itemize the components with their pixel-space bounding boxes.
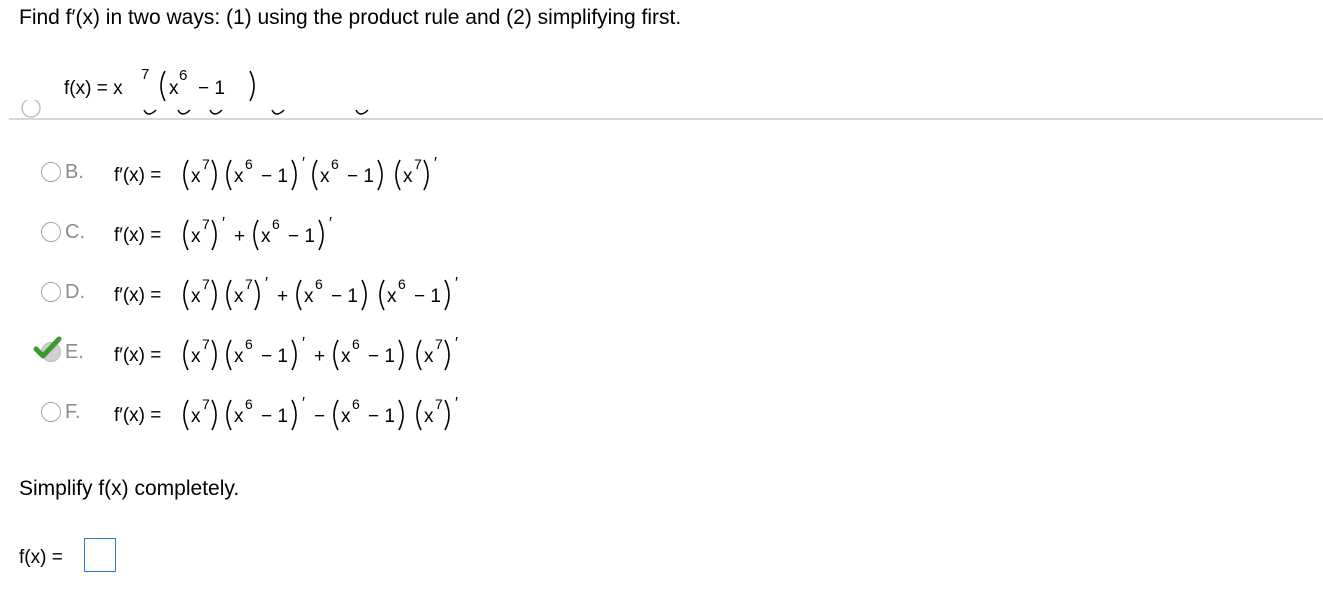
given-tail: − 1 xyxy=(198,78,225,99)
svg-text:′: ′ xyxy=(302,395,305,412)
svg-text:6: 6 xyxy=(352,396,360,412)
svg-text:x: x xyxy=(191,166,201,187)
svg-text:7: 7 xyxy=(202,216,210,232)
svg-text:+: + xyxy=(314,346,325,367)
svg-text:6: 6 xyxy=(331,156,339,172)
option-d-letter: D. xyxy=(65,281,85,303)
svg-text:′: ′ xyxy=(265,275,268,292)
svg-text:x: x xyxy=(191,346,201,367)
svg-text:′: ′ xyxy=(455,335,458,352)
option-c-expression: f′(x) = x7 ′ + x6 − 1 ′ xyxy=(114,215,332,251)
svg-text:′: ′ xyxy=(455,275,458,292)
svg-text:x: x xyxy=(387,286,397,307)
answer-input[interactable] xyxy=(84,538,116,572)
svg-text:6: 6 xyxy=(245,336,253,352)
svg-text:x: x xyxy=(341,346,351,367)
option-f-letter: F. xyxy=(65,401,81,423)
svg-text:+: + xyxy=(234,226,245,247)
answer-label: f(x) = xyxy=(19,537,85,578)
svg-text:− 1: − 1 xyxy=(414,286,441,307)
svg-text:7: 7 xyxy=(202,276,210,292)
option-e-expression: f′(x) = x7 x6 − 1 ′ + x6 − 1 x7 ′ xyxy=(114,335,458,371)
svg-text:− 1: − 1 xyxy=(368,406,395,427)
given-exp1: 7 xyxy=(141,66,149,83)
svg-text:x: x xyxy=(191,286,201,307)
svg-text:7: 7 xyxy=(202,396,210,412)
svg-text:7: 7 xyxy=(202,156,210,172)
svg-text:7: 7 xyxy=(435,336,443,352)
svg-text:′: ′ xyxy=(329,215,332,232)
svg-text:f′(x) =: f′(x) = xyxy=(114,405,161,426)
svg-text:−: − xyxy=(314,406,325,427)
svg-text:′: ′ xyxy=(434,155,437,172)
option-f-expression: f′(x) = x7 x6 − 1 ′ − x6 − 1 x7 ′ xyxy=(114,395,458,431)
svg-text:− 1: − 1 xyxy=(261,346,288,367)
svg-text:x: x xyxy=(234,286,244,307)
answer-label-text: f(x) = xyxy=(19,547,63,568)
option-c-letter: C. xyxy=(65,221,85,243)
option-d-expression: f′(x) = x7 x7 ′ + x6 − 1 x6 − 1 ′ xyxy=(114,275,458,311)
option-b-radio[interactable] xyxy=(41,162,61,182)
svg-text:x: x xyxy=(261,226,271,247)
svg-text:7: 7 xyxy=(435,396,443,412)
svg-text:x: x xyxy=(320,166,330,187)
svg-text:6: 6 xyxy=(352,336,360,352)
svg-text:6: 6 xyxy=(315,276,323,292)
given-base2: x xyxy=(169,78,179,99)
svg-text:6: 6 xyxy=(245,396,253,412)
svg-text:f′(x) =: f′(x) = xyxy=(114,165,161,186)
svg-text:′: ′ xyxy=(302,155,305,172)
svg-text:− 1: − 1 xyxy=(347,166,374,187)
svg-text:− 1: − 1 xyxy=(261,406,288,427)
simplify-instruction: Simplify f(x) completely. xyxy=(19,477,240,500)
checkmark-icon xyxy=(33,336,62,359)
option-d-radio[interactable] xyxy=(41,282,61,302)
svg-text:− 1: − 1 xyxy=(331,286,358,307)
svg-text:x: x xyxy=(424,346,434,367)
given-lhs: f(x) = x xyxy=(64,78,123,99)
svg-text:6: 6 xyxy=(398,276,406,292)
option-f-radio[interactable] xyxy=(41,402,61,422)
option-e-letter: E. xyxy=(65,341,84,363)
svg-text:− 1: − 1 xyxy=(288,226,315,247)
svg-text:′: ′ xyxy=(222,215,225,232)
svg-text:7: 7 xyxy=(202,336,210,352)
svg-text:x: x xyxy=(403,166,413,187)
svg-text:x: x xyxy=(234,406,244,427)
svg-text:x: x xyxy=(234,346,244,367)
option-a-clipped xyxy=(20,100,370,118)
svg-text:7: 7 xyxy=(414,156,422,172)
svg-text:x: x xyxy=(341,406,351,427)
svg-text:x: x xyxy=(234,166,244,187)
svg-text:′: ′ xyxy=(455,395,458,412)
question-prompt: Find f′(x) in two ways: (1) using the pr… xyxy=(19,6,682,29)
option-b-expression: f′(x) = x7 x6 − 1 ′ x6 − 1 x7 ′ xyxy=(114,155,437,191)
svg-text:x: x xyxy=(191,406,201,427)
svg-text:f′(x) =: f′(x) = xyxy=(114,345,161,366)
svg-text:x: x xyxy=(191,226,201,247)
svg-text:′: ′ xyxy=(302,335,305,352)
given-exp2: 6 xyxy=(179,67,187,84)
svg-text:− 1: − 1 xyxy=(261,166,288,187)
svg-text:f′(x) =: f′(x) = xyxy=(114,285,161,306)
svg-text:7: 7 xyxy=(245,276,253,292)
svg-text:− 1: − 1 xyxy=(368,346,395,367)
option-c-radio[interactable] xyxy=(41,222,61,242)
svg-text:6: 6 xyxy=(272,216,280,232)
svg-text:+: + xyxy=(277,286,288,307)
svg-text:x: x xyxy=(304,286,314,307)
svg-text:x: x xyxy=(424,406,434,427)
section-divider xyxy=(9,118,1323,120)
svg-text:6: 6 xyxy=(245,156,253,172)
svg-text:f′(x) =: f′(x) = xyxy=(114,225,161,246)
option-b-letter: B. xyxy=(65,161,84,183)
